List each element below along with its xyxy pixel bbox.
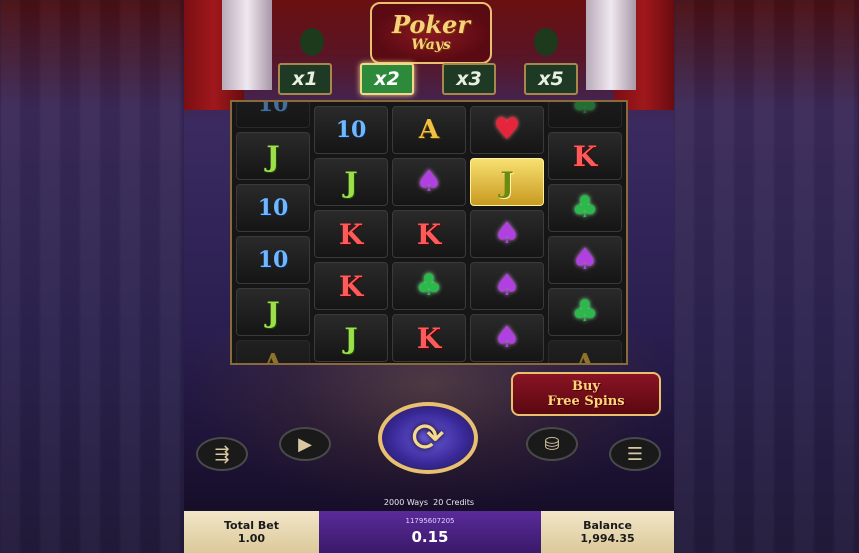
reel-cell: ♣	[548, 184, 622, 232]
spade-symbol: ♠	[571, 242, 599, 277]
ace-symbol: A	[574, 349, 596, 365]
reel-cell: 10	[314, 106, 388, 154]
menu-button[interactable]: ☰	[609, 437, 661, 471]
reel-cell: K	[314, 210, 388, 258]
jack-symbol: J	[344, 321, 358, 355]
club-symbol: ♣	[571, 190, 599, 225]
spade-symbol: ♠	[493, 320, 521, 355]
game-stage: Poker Ways x1 x2 x3 x5 10 J 10 10 J A 10 J K K J A ♠…	[184, 0, 674, 553]
reel-cell: A	[548, 340, 622, 365]
reel-cell: ♠	[392, 158, 466, 206]
ten-symbol: 10	[257, 247, 289, 273]
bottom-bar: Total Bet 1.00 11795607205 0.15 Balance …	[184, 511, 674, 553]
reel-cell: ♣	[548, 100, 622, 128]
spade-symbol: ♠	[493, 216, 521, 251]
total-bet-label: Total Bet	[224, 518, 279, 532]
reel-cell: ♥	[470, 106, 544, 154]
spade-symbol: ♠	[415, 164, 443, 199]
balance-label: Balance	[583, 518, 632, 532]
reel-cell: ♠	[470, 210, 544, 258]
club-symbol: ♣	[571, 294, 599, 329]
multiplier-bar: x1 x2 x3 x5	[278, 63, 580, 97]
reel-cell: J	[314, 314, 388, 362]
background-left	[0, 0, 184, 553]
jack-symbol: J	[500, 165, 514, 199]
reel-cell: 10	[236, 236, 310, 284]
ten-symbol: 10	[335, 117, 367, 143]
plant-left	[300, 28, 324, 56]
reel-cell: ♣	[548, 288, 622, 336]
ace-symbol: A	[262, 349, 284, 365]
spin-button[interactable]: ⟳	[368, 398, 488, 478]
multiplier-x3: x3	[442, 63, 496, 95]
plant-right	[534, 28, 558, 56]
reel-cell: 10	[236, 100, 310, 128]
balance-panel: Balance 1,994.35	[541, 511, 674, 553]
reel-cell: K	[548, 132, 622, 180]
heart-symbol: ♥	[493, 112, 521, 147]
ace-symbol: A	[418, 115, 440, 145]
turbo-icon: ⇶	[214, 443, 230, 465]
reel-cell: J	[314, 158, 388, 206]
king-symbol: K	[338, 217, 364, 251]
free-spins-label: Free Spins	[547, 394, 625, 409]
spin-button-ring: ⟳	[378, 402, 478, 474]
logo-line2: Ways	[411, 37, 451, 53]
club-symbol: ♣	[571, 100, 599, 121]
reel-cell: 10	[236, 184, 310, 232]
round-id: 11795607205	[405, 517, 455, 525]
club-symbol: ♣	[415, 268, 443, 303]
king-symbol: K	[416, 217, 442, 251]
reel-grid: 10 J 10 10 J A 10 J K K J A ♠ K ♣ K ♥ J ♠ ♠ ♠ ♣ K ♣ ♠ ♣ A	[230, 100, 628, 365]
reel-cell: A	[392, 106, 466, 154]
king-symbol: K	[416, 321, 442, 355]
reel-cell: K	[392, 314, 466, 362]
buy-label: Buy	[572, 379, 600, 394]
multiplier-x1: x1	[278, 63, 332, 95]
total-bet-value: 1.00	[237, 531, 266, 545]
balance-value: 1,994.35	[580, 531, 635, 545]
menu-icon: ☰	[626, 443, 644, 465]
autoplay-icon: ▶	[298, 433, 312, 455]
reel-cell: A	[236, 340, 310, 365]
reel-cell: J	[236, 132, 310, 180]
jack-symbol: J	[266, 139, 280, 173]
ways-text: 2000 Ways	[383, 498, 429, 507]
ten-symbol: 10	[257, 195, 289, 221]
pillar-right	[586, 0, 636, 90]
spade-symbol: ♠	[493, 268, 521, 303]
reel-cell: ♠	[470, 314, 544, 362]
reel-cell: ♠	[470, 262, 544, 310]
win-value: 0.15	[411, 528, 449, 546]
reel-cell: J	[470, 158, 544, 206]
multiplier-x2: x2	[360, 63, 414, 95]
autoplay-button[interactable]: ▶	[279, 427, 331, 461]
buy-free-spins-button[interactable]: Buy Free Spins	[511, 372, 661, 416]
logo-line1: Poker	[392, 10, 470, 39]
reel-cell: K	[314, 262, 388, 310]
king-symbol: K	[572, 139, 598, 173]
ways-credits-info: 2000 Ways 20 Credits	[184, 498, 674, 507]
jack-symbol: J	[266, 295, 280, 329]
win-panel: 11795607205 0.15	[319, 511, 541, 553]
credits-text: 20 Credits	[433, 498, 475, 507]
reel-cell: ♠	[548, 236, 622, 284]
pillar-left	[222, 0, 272, 90]
jack-symbol: J	[344, 165, 358, 199]
bet-coins-button[interactable]: ⛁	[526, 427, 578, 461]
reel-cell: K	[392, 210, 466, 258]
multiplier-x5: x5	[524, 63, 578, 95]
spin-arrows-icon: ⟳	[411, 415, 445, 461]
coins-icon: ⛁	[544, 433, 560, 455]
background-right	[674, 0, 859, 553]
total-bet-panel: Total Bet 1.00	[184, 511, 319, 553]
game-logo: Poker Ways	[370, 2, 492, 64]
turbo-button[interactable]: ⇶	[196, 437, 248, 471]
reel-cell: J	[236, 288, 310, 336]
reel-cell: ♣	[392, 262, 466, 310]
ten-symbol: 10	[257, 100, 289, 117]
king-symbol: K	[338, 269, 364, 303]
